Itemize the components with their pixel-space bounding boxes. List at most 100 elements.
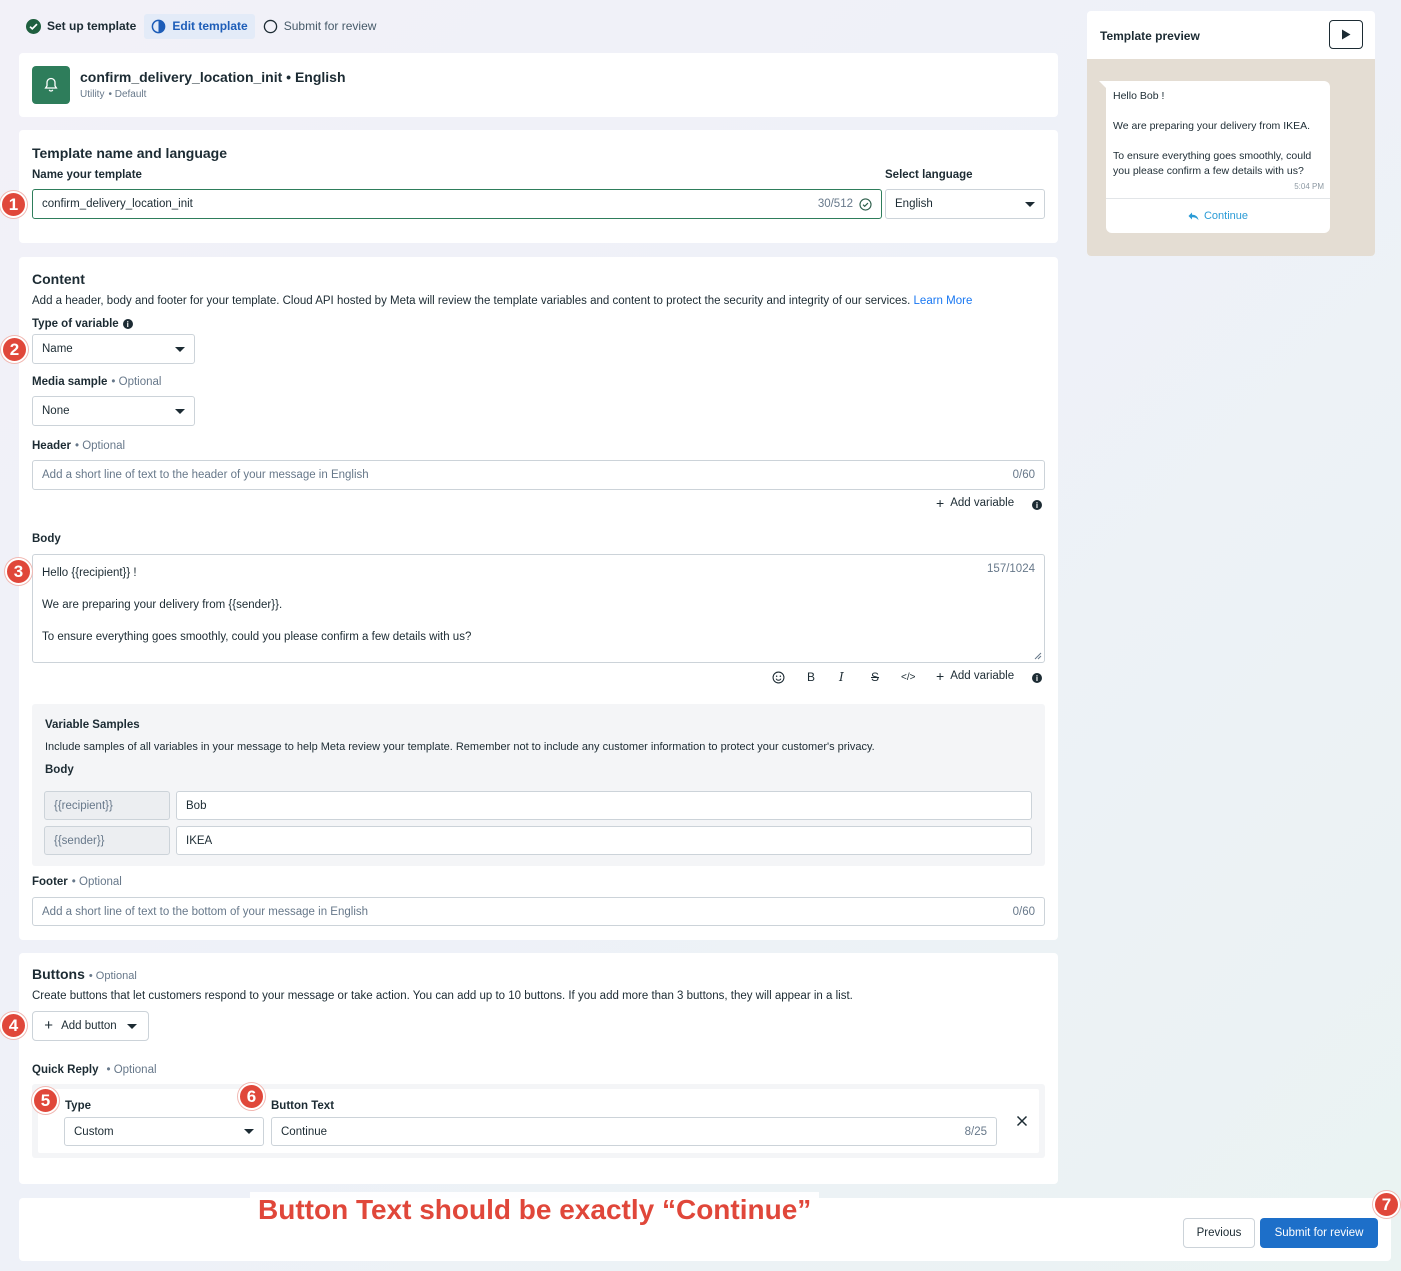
body-textarea[interactable]: Hello {{recipient}} ! We are preparing y… xyxy=(32,554,1045,663)
sample-var-sender: {{sender}} xyxy=(44,826,170,855)
chevron-down-icon xyxy=(244,1129,254,1134)
footer-label: Footer xyxy=(32,876,68,888)
play-icon xyxy=(1342,29,1351,40)
code-icon[interactable]: </> xyxy=(901,672,917,683)
variable-samples-panel: Variable Samples Include samples of all … xyxy=(32,704,1045,866)
step-badge-7: 7 xyxy=(1373,1191,1400,1218)
bold-icon[interactable]: B xyxy=(807,670,821,684)
strikethrough-icon[interactable]: S xyxy=(871,670,885,684)
media-value: None xyxy=(42,405,70,417)
sample-value-recipient[interactable]: Bob xyxy=(176,791,1032,820)
body-add-variable-button[interactable]: + Add variable xyxy=(936,668,1014,684)
button-type-select[interactable]: Custom xyxy=(64,1117,264,1146)
template-name-input[interactable]: confirm_delivery_location_init 30/512 xyxy=(32,189,882,219)
preview-title: Template preview xyxy=(1100,29,1200,43)
quick-reply-label: Quick Reply xyxy=(32,1064,99,1076)
step-badge-3: 3 xyxy=(5,558,32,585)
body-line: To ensure everything goes smoothly, coul… xyxy=(42,631,472,643)
annotation-banner: Button Text should be exactly “Continue” xyxy=(250,1192,820,1228)
step-setup[interactable]: Set up template xyxy=(26,18,142,34)
body-label: Body xyxy=(32,533,61,545)
submit-for-review-button[interactable]: Submit for review xyxy=(1260,1218,1378,1248)
media-label: Media sample xyxy=(32,376,108,388)
content-title: Content xyxy=(32,271,85,287)
body-line: We are preparing your delivery from {{se… xyxy=(42,599,283,611)
info-icon[interactable]: i xyxy=(1032,673,1042,683)
header-label: Header xyxy=(32,440,71,452)
buttons-description: Create buttons that let customers respon… xyxy=(32,990,853,1002)
template-title: confirm_delivery_location_init • English xyxy=(80,69,346,85)
step-label: Edit template xyxy=(172,19,248,33)
sample-var-recipient: {{recipient}} xyxy=(44,791,170,820)
footer-placeholder: Add a short line of text to the bottom o… xyxy=(42,905,369,918)
preview-continue-button[interactable]: Continue xyxy=(1106,198,1330,233)
footer-input[interactable]: Add a short line of text to the bottom o… xyxy=(32,897,1045,926)
check-circle-icon xyxy=(26,18,41,34)
step-badge-5: 5 xyxy=(32,1087,59,1114)
preview-line: To ensure everything goes smoothly, coul… xyxy=(1113,150,1312,177)
header-add-variable-button[interactable]: + Add variable xyxy=(936,495,1015,511)
language-label: Select language xyxy=(885,169,973,181)
chevron-down-icon xyxy=(126,1023,137,1029)
body-toolbar: B I S </> xyxy=(772,669,933,685)
bell-icon xyxy=(44,77,58,92)
step-badge-1: 1 xyxy=(0,191,27,218)
name-language-card: Template name and language Name your tem… xyxy=(19,130,1058,243)
quick-reply-row: Type Button Text Custom Continue 8/25 xyxy=(32,1084,1045,1158)
previous-button[interactable]: Previous xyxy=(1183,1218,1255,1248)
header-input[interactable]: Add a short line of text to the header o… xyxy=(32,460,1045,490)
step-badge-6: 6 xyxy=(238,1083,265,1110)
optional-tag: • Optional xyxy=(75,440,126,452)
step-edit[interactable]: Edit template xyxy=(144,13,255,39)
resize-handle-icon[interactable] xyxy=(1034,652,1042,660)
button-text-counter: 8/25 xyxy=(964,1125,987,1138)
sample-value-sender[interactable]: IKEA xyxy=(176,826,1032,855)
add-variable-label: Add variable xyxy=(950,497,1015,509)
language-value: English xyxy=(895,198,933,210)
variable-type-value: Name xyxy=(42,343,73,355)
add-button-dropdown[interactable]: + Add button xyxy=(32,1011,149,1041)
italic-icon[interactable]: I xyxy=(839,670,853,684)
buttons-card: Buttons • Optional Create buttons that l… xyxy=(19,953,1058,1184)
play-button[interactable] xyxy=(1329,20,1363,49)
header-counter: 0/60 xyxy=(1012,469,1035,481)
step-label: Submit for review xyxy=(283,19,377,33)
learn-more-link[interactable]: Learn More xyxy=(914,295,973,307)
close-icon[interactable] xyxy=(1016,1115,1028,1127)
template-preview-card: Template preview Hello Bob ! We are prep… xyxy=(1087,11,1375,256)
name-label: Name your template xyxy=(32,169,142,181)
samples-title: Variable Samples xyxy=(45,719,140,731)
plus-icon: + xyxy=(936,668,945,684)
button-text-value: Continue xyxy=(281,1125,328,1138)
footer-counter: 0/60 xyxy=(1012,905,1035,918)
valid-check-icon xyxy=(859,197,872,211)
emoji-icon[interactable] xyxy=(772,671,785,684)
body-counter: 157/1024 xyxy=(987,563,1035,575)
language-select[interactable]: English xyxy=(885,189,1045,219)
media-select[interactable]: None xyxy=(32,396,195,426)
template-category: Utility xyxy=(80,89,105,100)
optional-tag: • Optional xyxy=(88,970,137,982)
stepper: Set up template Edit template Submit for… xyxy=(26,13,377,39)
info-icon[interactable]: i xyxy=(1032,500,1042,510)
body-line: Hello {{recipient}} ! xyxy=(42,567,137,579)
button-text-label: Button Text xyxy=(271,1100,335,1112)
step-badge-2: 2 xyxy=(1,336,28,363)
header-placeholder: Add a short line of text to the header o… xyxy=(42,469,369,481)
chat-background: Hello Bob ! We are preparing your delive… xyxy=(1087,59,1375,256)
step-submit[interactable]: Submit for review xyxy=(263,19,377,34)
chevron-down-icon xyxy=(175,346,185,352)
optional-tag: • Optional xyxy=(71,876,122,888)
step-label: Set up template xyxy=(47,19,137,33)
chevron-down-icon xyxy=(175,408,185,414)
buttons-title: Buttons xyxy=(32,966,85,982)
button-text-input[interactable]: Continue 8/25 xyxy=(271,1117,997,1146)
name-counter: 30/512 xyxy=(817,198,853,210)
template-header-card: confirm_delivery_location_init • English… xyxy=(19,53,1058,117)
plus-icon: + xyxy=(936,495,945,511)
preview-time: 5:04 PM xyxy=(1294,182,1324,191)
half-circle-icon xyxy=(152,19,166,33)
empty-circle-icon xyxy=(263,19,277,33)
variable-type-select[interactable]: Name xyxy=(32,334,195,364)
type-label: Type xyxy=(65,1100,91,1112)
